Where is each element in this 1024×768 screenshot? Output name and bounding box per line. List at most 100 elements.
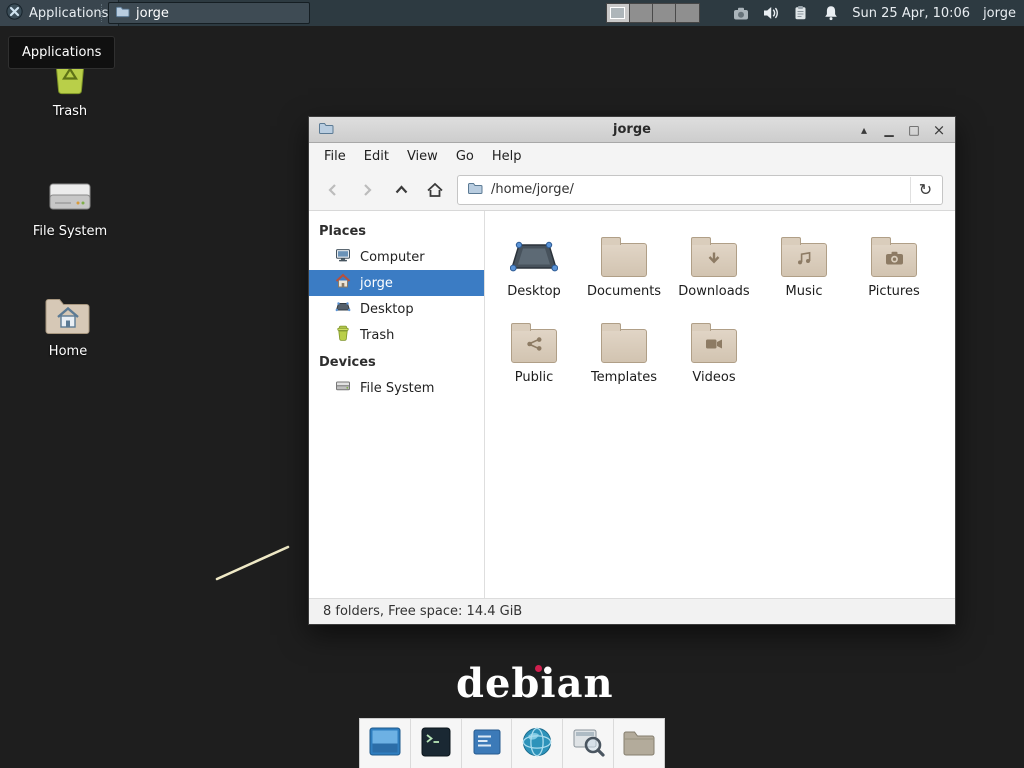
dock-item-file-manager[interactable] [614, 719, 664, 768]
menu-go[interactable]: Go [447, 145, 483, 168]
sidebar-item-computer[interactable]: Computer [309, 244, 484, 270]
folder-item-desktop[interactable]: Desktop [489, 225, 579, 299]
home-button[interactable] [423, 177, 447, 203]
menu-edit[interactable]: Edit [355, 145, 398, 168]
drive-icon [47, 168, 93, 216]
folder-item-label: Desktop [507, 284, 561, 299]
desktop-icon-home[interactable]: Home [18, 288, 118, 359]
folder-item-public[interactable]: Public [489, 311, 579, 385]
top-panel: Applications jorge Sun 25 Apr, 10:06 jor… [0, 0, 1024, 26]
trash-icon [335, 325, 351, 345]
workspace-1[interactable] [607, 4, 630, 22]
devices-header: Devices [309, 348, 484, 375]
camera-emblem-icon [885, 250, 904, 270]
show-desktop-icon [368, 726, 402, 762]
folder-icon [691, 329, 737, 363]
clock[interactable]: Sun 25 Apr, 10:06 [852, 6, 970, 21]
location-bar-input[interactable] [491, 182, 902, 197]
screenshot-icon[interactable] [732, 5, 749, 22]
folder-icon [871, 243, 917, 277]
maximize-button[interactable]: □ [907, 118, 921, 142]
folder-item-label: Documents [587, 284, 661, 299]
workspace-switcher [606, 3, 700, 23]
folder-icon [115, 5, 130, 22]
menu-help[interactable]: Help [483, 145, 531, 168]
folder-item-label: Videos [692, 370, 735, 385]
debian-logo: debian [456, 660, 614, 707]
home-folder-icon [44, 288, 92, 336]
folder-item-label: Downloads [678, 284, 749, 299]
clipboard-icon[interactable] [792, 5, 809, 22]
music-emblem-icon [796, 250, 813, 270]
dock-item-xterm[interactable] [462, 719, 513, 768]
workspace-3[interactable] [653, 4, 676, 22]
notifications-icon[interactable] [822, 5, 839, 22]
sidebar-item-jorge[interactable]: jorge [309, 270, 484, 296]
sidebar-item-label: File System [360, 381, 434, 396]
user-applet[interactable]: jorge [983, 6, 1016, 21]
minimize-button[interactable]: ▁ [882, 118, 896, 142]
folder-item-label: Templates [591, 370, 657, 385]
desktop-icon-label: Trash [53, 104, 87, 119]
sidebar-item-trash[interactable]: Trash [309, 322, 484, 348]
drive-icon [335, 378, 351, 398]
desktop-icon-label: Home [49, 344, 87, 359]
folder-icon [691, 243, 737, 277]
folder-item-music[interactable]: Music [759, 225, 849, 299]
refresh-button[interactable]: ↻ [910, 177, 940, 203]
folder-view: Desktop Documents Downloads [485, 211, 955, 598]
folder-item-documents[interactable]: Documents [579, 225, 669, 299]
location-bar[interactable]: ↻ [457, 175, 943, 205]
folder-icon [511, 329, 557, 363]
sidebar: Places Computer jorge Desktop [309, 211, 485, 598]
workspace-4[interactable] [676, 4, 699, 22]
folder-item-pictures[interactable]: Pictures [849, 225, 939, 299]
desktop-icon [335, 299, 351, 319]
sidebar-item-label: Desktop [360, 302, 414, 317]
folder-icon [781, 243, 827, 277]
desktop-icon-file-system[interactable]: File System [20, 168, 120, 239]
places-header: Places [309, 217, 484, 244]
menu-view[interactable]: View [398, 145, 447, 168]
volume-icon[interactable] [762, 5, 779, 22]
folder-icon [601, 329, 647, 363]
menu-file[interactable]: File [315, 145, 355, 168]
desktop-icon-label: File System [33, 224, 107, 239]
window-titlebar[interactable]: jorge ▴ ▁ □ × [309, 117, 955, 143]
folder-item-label: Pictures [868, 284, 919, 299]
applications-menu-label: Applications [29, 6, 108, 21]
icon-grid: Desktop Documents Downloads [485, 211, 955, 399]
dock-item-application-finder[interactable] [563, 719, 614, 768]
folder-item-label: Music [786, 284, 823, 299]
dock-item-terminal[interactable] [411, 719, 462, 768]
folder-icon [467, 180, 483, 199]
forward-button[interactable] [355, 177, 379, 203]
sidebar-item-desktop[interactable]: Desktop [309, 296, 484, 322]
taskbar-button[interactable]: jorge [108, 2, 310, 24]
folder-icon [622, 727, 656, 761]
menubar: File Edit View Go Help [309, 143, 955, 169]
dock [359, 718, 665, 768]
workspace-2[interactable] [630, 4, 653, 22]
sidebar-item-file-system[interactable]: File System [309, 375, 484, 401]
statusbar-text: 8 folders, Free space: 14.4 GiB [323, 604, 522, 619]
applications-tooltip: Applications [8, 36, 115, 69]
up-button[interactable] [389, 177, 413, 203]
back-button[interactable] [321, 177, 345, 203]
download-emblem-icon [705, 251, 723, 270]
panel-tray-area: Sun 25 Apr, 10:06 jorge [724, 0, 1024, 26]
folder-item-templates[interactable]: Templates [579, 311, 669, 385]
shade-button[interactable]: ▴ [857, 118, 871, 142]
computer-icon [335, 247, 351, 267]
statusbar: 8 folders, Free space: 14.4 GiB [309, 598, 955, 624]
app-finder-icon [572, 726, 605, 762]
applications-menu-icon [6, 3, 23, 24]
folder-item-downloads[interactable]: Downloads [669, 225, 759, 299]
terminal-icon [420, 726, 452, 762]
video-emblem-icon [705, 337, 723, 355]
dock-item-show-desktop[interactable] [360, 719, 411, 768]
folder-item-videos[interactable]: Videos [669, 311, 759, 385]
dock-item-web-browser[interactable] [512, 719, 563, 768]
close-button[interactable]: × [932, 118, 946, 142]
window-body: Places Computer jorge Desktop [309, 211, 955, 598]
